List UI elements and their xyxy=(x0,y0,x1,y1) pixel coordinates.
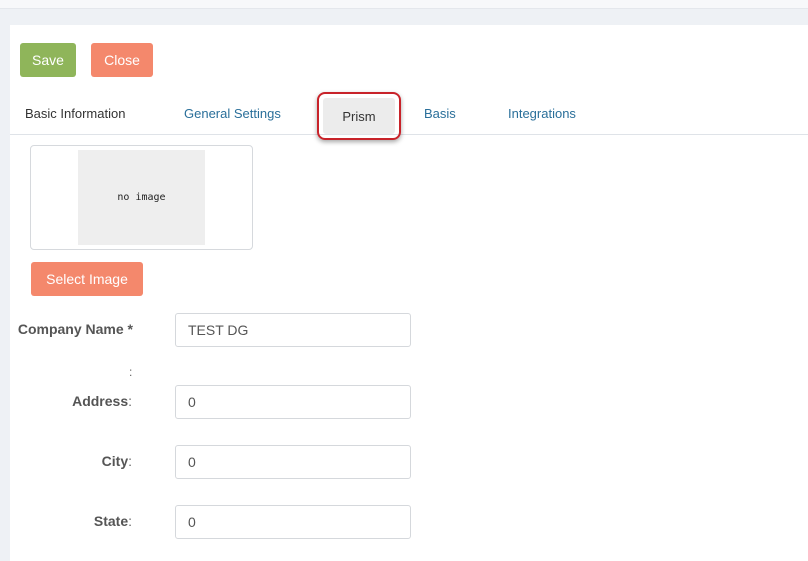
state-input[interactable] xyxy=(175,505,411,539)
company-name-input[interactable] xyxy=(175,313,411,347)
city-label: City: xyxy=(2,451,132,471)
tab-basic-information[interactable]: Basic Information xyxy=(25,91,125,135)
city-input[interactable] xyxy=(175,445,411,479)
city-label-text: City xyxy=(101,453,129,469)
state-colon: : xyxy=(128,513,132,529)
address-label-text: Address xyxy=(72,393,129,409)
address-label: Address: xyxy=(2,391,132,411)
address-colon: : xyxy=(128,393,132,409)
state-label: State: xyxy=(2,511,132,531)
no-image-placeholder: no image xyxy=(78,150,205,245)
state-label-text: State xyxy=(93,513,129,529)
tab-general-settings[interactable]: General Settings xyxy=(184,91,281,135)
save-button[interactable]: Save xyxy=(20,43,76,77)
company-name-colon: : xyxy=(129,365,133,379)
company-name-label: Company Name * xyxy=(17,321,133,337)
company-image-frame: no image xyxy=(30,145,253,250)
select-image-button[interactable]: Select Image xyxy=(31,262,143,296)
top-bar xyxy=(0,0,808,9)
address-input[interactable] xyxy=(175,385,411,419)
tab-prism[interactable]: Prism xyxy=(323,98,395,134)
tab-basis[interactable]: Basis xyxy=(424,91,456,135)
tab-bar: Basic Information General Settings Prism… xyxy=(10,91,808,140)
tab-prism-highlight[interactable]: Prism xyxy=(317,92,401,140)
company-edit-panel: Save Close Basic Information General Set… xyxy=(10,25,808,561)
close-button[interactable]: Close xyxy=(91,43,153,77)
tab-integrations[interactable]: Integrations xyxy=(508,91,576,135)
city-colon: : xyxy=(128,453,132,469)
